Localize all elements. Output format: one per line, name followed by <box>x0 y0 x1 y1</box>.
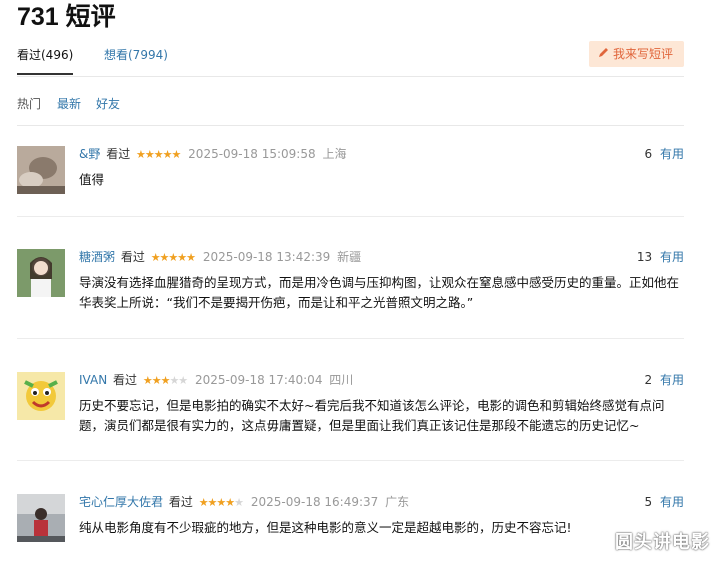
comment-time[interactable]: 2025-09-18 13:42:39 <box>203 250 330 264</box>
comment-time[interactable]: 2025-09-18 17:40:04 <box>195 373 322 387</box>
vote: 6 有用 <box>645 146 684 162</box>
vote: 13 有用 <box>637 249 684 265</box>
comment-item: IVAN 看过 ★★★★★ 2025-09-18 17:40:04 四川 2 有… <box>17 372 684 461</box>
comment-time[interactable]: 2025-09-18 16:49:37 <box>251 495 378 509</box>
watermark: 圆头讲电影 <box>615 532 710 553</box>
comment-location: 四川 <box>329 373 354 387</box>
sort-friends[interactable]: 好友 <box>96 95 120 112</box>
tab-watched[interactable]: 看过(496) <box>17 46 74 75</box>
write-review-button[interactable]: 我来写短评 <box>588 41 684 67</box>
comment-meta: 糖酒粥 看过 ★★★★★ 2025-09-18 13:42:39 新疆 <box>79 249 361 266</box>
write-review-label: 我来写短评 <box>612 47 673 61</box>
comment-user[interactable]: IVAN <box>79 373 107 387</box>
pencil-icon <box>598 41 609 67</box>
comment-meta: 宅心仁厚大佐君 看过 ★★★★★ 2025-09-18 16:49:37 广东 <box>79 494 409 511</box>
comment-user[interactable]: 宅心仁厚大佐君 <box>79 495 163 509</box>
comment-status: 看过 <box>106 147 131 161</box>
page-title: 731 短评 <box>17 3 116 31</box>
rating-stars: ★★★★★ <box>150 251 196 264</box>
vote-count: 13 <box>636 250 653 264</box>
comment-user[interactable]: 糖酒粥 <box>79 250 115 264</box>
avatar[interactable] <box>17 372 65 420</box>
vote-count: 6 <box>644 147 653 161</box>
comment-user[interactable]: &野 <box>79 147 100 161</box>
sort-hot[interactable]: 热门 <box>17 95 41 112</box>
comment-item: &野 看过 ★★★★★ 2025-09-18 15:09:58 上海 6 有用 … <box>17 146 684 217</box>
vote: 2 有用 <box>645 372 684 388</box>
vote-count: 2 <box>644 373 653 387</box>
tab-want-to-watch[interactable]: 想看(7994) <box>104 46 168 63</box>
comment-meta: IVAN 看过 ★★★★★ 2025-09-18 17:40:04 四川 <box>79 372 353 389</box>
tab-bar: 看过(496) 想看(7994) 我来写短评 <box>17 41 684 77</box>
useful-button[interactable]: 有用 <box>660 495 684 509</box>
useful-button[interactable]: 有用 <box>660 250 684 264</box>
comment-meta: &野 看过 ★★★★★ 2025-09-18 15:09:58 上海 <box>79 146 346 163</box>
vote: 5 有用 <box>645 494 684 510</box>
useful-button[interactable]: 有用 <box>660 147 684 161</box>
avatar[interactable] <box>17 146 65 194</box>
avatar[interactable] <box>17 249 65 297</box>
comment-location: 上海 <box>322 147 347 161</box>
comment-status: 看过 <box>113 373 138 387</box>
comment-status: 看过 <box>168 495 193 509</box>
comment-item: 宅心仁厚大佐君 看过 ★★★★★ 2025-09-18 16:49:37 广东 … <box>17 494 684 564</box>
vote-count: 5 <box>644 495 653 509</box>
useful-button[interactable]: 有用 <box>660 373 684 387</box>
comment-text: 历史不要忘记，但是电影拍的确实不太好~看完后我不知道该怎么评论，电影的调色和剪辑… <box>79 398 665 433</box>
rating-stars: ★★★★★ <box>136 148 181 161</box>
sort-bar: 热门 最新 好友 <box>17 95 684 126</box>
rating-stars: ★★★★★ <box>198 496 244 509</box>
comment-text: 值得 <box>79 172 105 187</box>
comment-time[interactable]: 2025-09-18 15:09:58 <box>188 147 315 161</box>
comment-text: 导演没有选择血腥猎奇的呈现方式，而是用冷色调与压抑构图，让观众在窒息感中感受历史… <box>79 275 680 310</box>
sort-newest[interactable]: 最新 <box>57 95 81 112</box>
comment-status: 看过 <box>120 250 145 264</box>
avatar[interactable] <box>17 494 65 542</box>
comment-item: 糖酒粥 看过 ★★★★★ 2025-09-18 13:42:39 新疆 13 有… <box>17 249 684 339</box>
comment-text: 纯从电影角度有不少瑕疵的地方，但是这种电影的意义一定是超越电影的，历史不容忘记! <box>79 520 572 535</box>
rating-stars: ★★★★★ <box>142 374 188 387</box>
comment-location: 广东 <box>385 495 410 509</box>
comment-location: 新疆 <box>337 250 362 264</box>
